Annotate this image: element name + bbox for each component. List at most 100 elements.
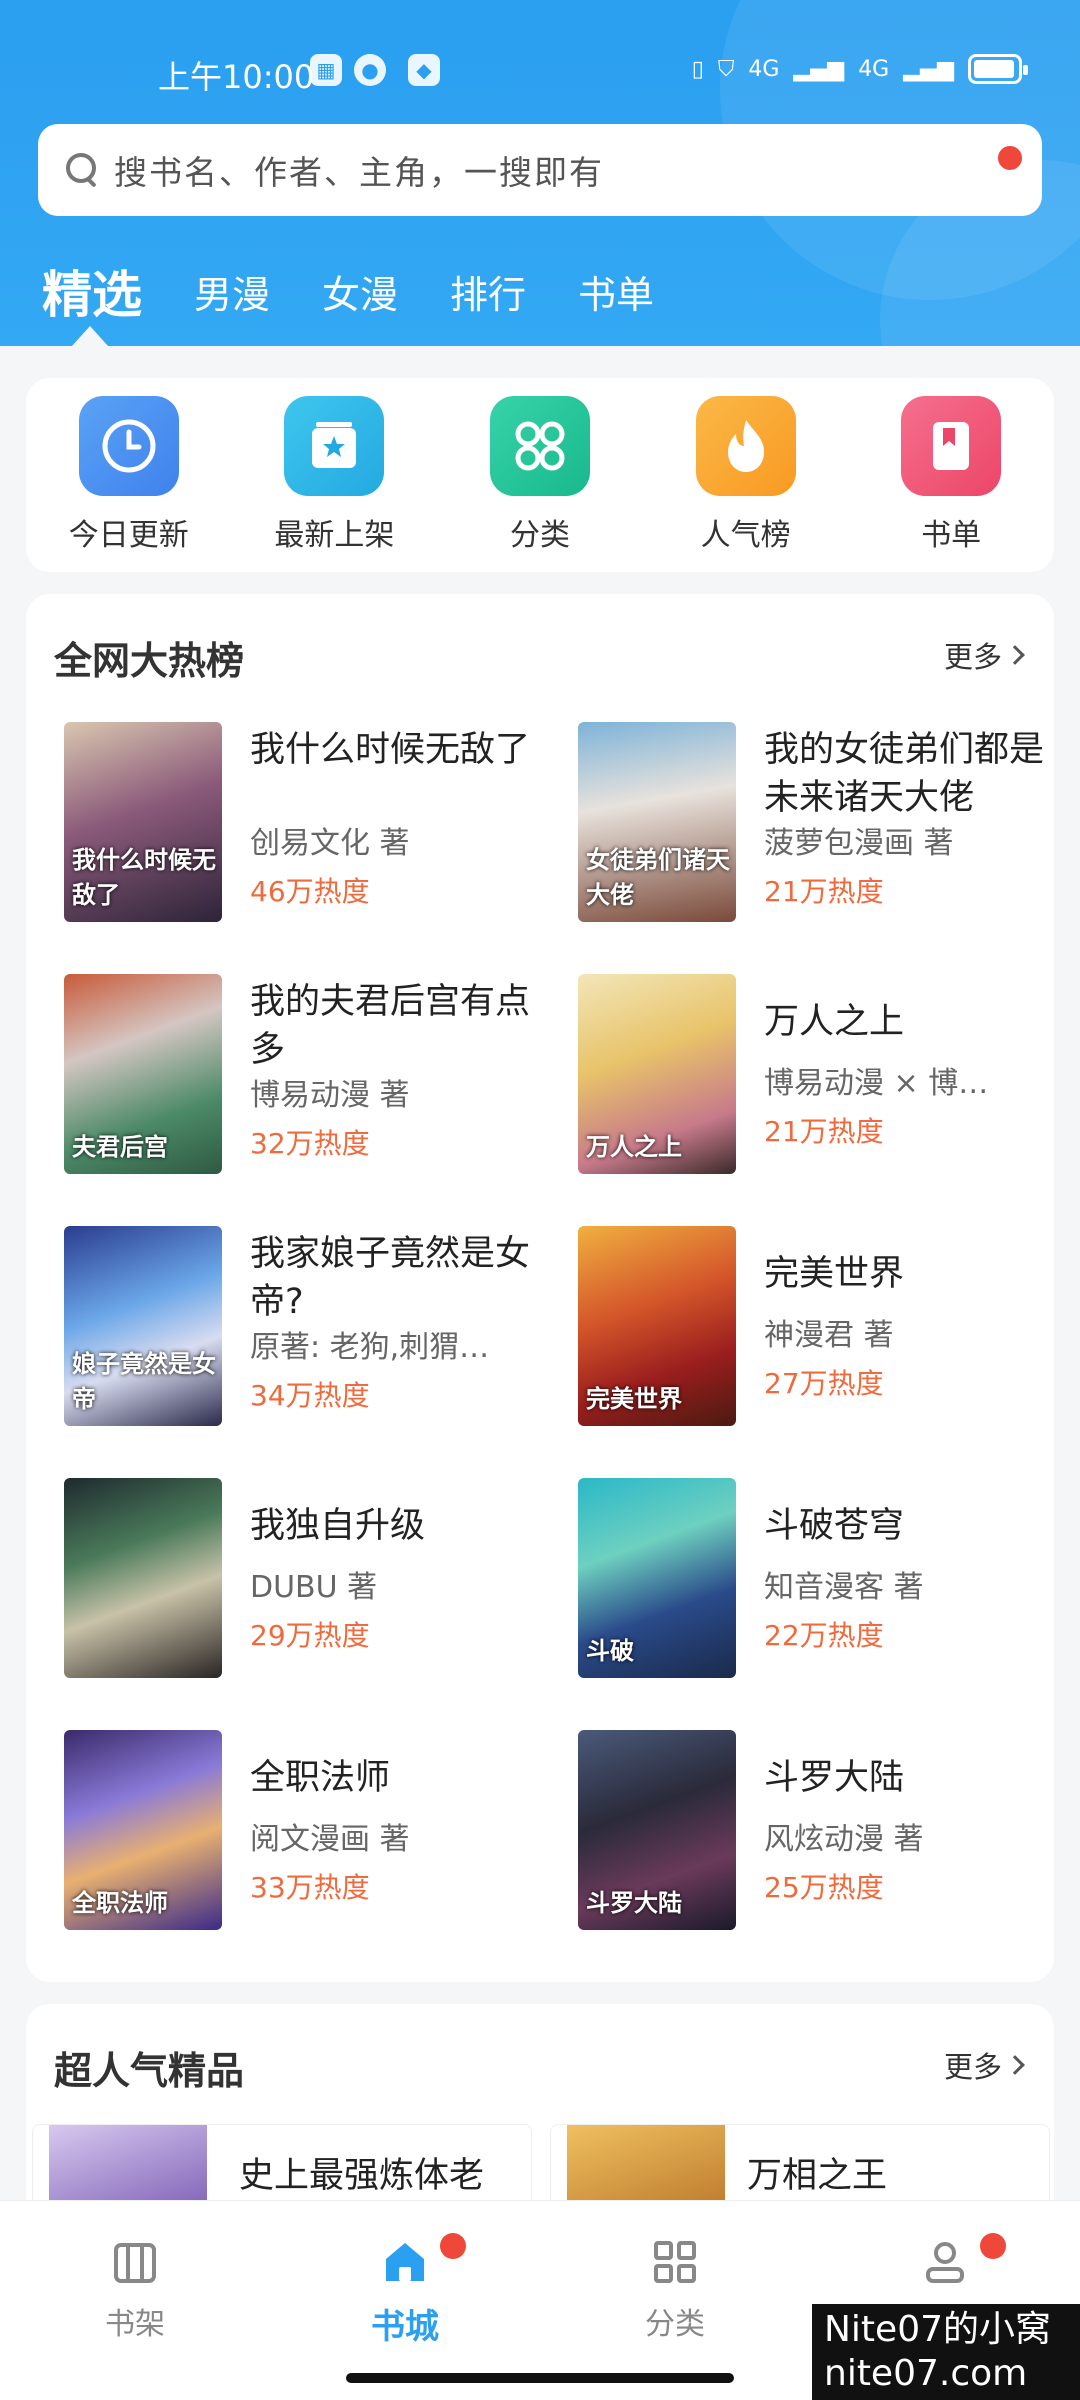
book-heat: 22万热度 [764,1619,884,1652]
book-heat: 27万热度 [764,1367,884,1400]
network-label-2: 4G [858,56,890,82]
home-indicator[interactable] [346,2373,734,2383]
hot-rank-section: 全网大热榜 更多 我什么时候无敌了 我什么时候无敌了 创易文化 著 46万热度 … [26,594,1054,1982]
notification-dot [440,2233,466,2259]
quick-nav: 今日更新 最新上架 分类 人气榜 书单 [26,378,1054,572]
signal-icon-2: ▂▄▆ [903,56,954,82]
status-time: 上午10:00 [158,58,315,96]
book-title: 我独自升级 [250,1506,426,1546]
book-cover: 斗罗大陆 [578,1730,736,1930]
book-author: 风炫动漫 著 [764,1822,924,1857]
book-heat: 33万热度 [250,1871,370,1904]
section-title: 全网大热榜 [54,639,245,683]
quick-nav-new-arrivals[interactable]: 最新上架 [232,378,438,572]
cover-text: 我什么时候无敌了 [72,846,216,909]
search-input[interactable]: 搜书名、作者、主角，一搜即有 [38,124,1042,216]
section-title: 超人气精品 [54,2049,245,2093]
book-author: 原著: 老狗,刺猬… [250,1330,490,1365]
tab-ranking[interactable]: 排行 [450,260,526,330]
browser-notification-icon: ● [354,54,386,86]
book-item[interactable]: 夫君后宫 我的夫君后宫有点多 博易动漫 著 32万热度 [64,974,544,1174]
book-cover: 完美世界 [578,1226,736,1426]
quick-nav-category[interactable]: 分类 [437,378,643,572]
quick-nav-label: 书单 [921,518,982,553]
book-heat: 29万热度 [250,1619,370,1652]
more-label: 更多 [943,640,1002,674]
book-title: 我的夫君后宫有点多 [250,982,531,1070]
quick-nav-label: 人气榜 [700,518,791,553]
cover-text: 完美世界 [586,1385,682,1413]
notification-dot [998,146,1022,170]
nav-bookshelf[interactable]: 书架 [0,2201,270,2400]
chevron-right-icon [1005,645,1025,665]
book-item[interactable]: 娘子竟然是女帝 我家娘子竟然是女帝? 原著: 老狗,刺猬… 34万热度 [64,1226,544,1426]
quick-nav-popularity[interactable]: 人气榜 [643,378,849,572]
nav-label: 书城 [371,2307,439,2347]
tab-booklist[interactable]: 书单 [578,260,654,330]
book-cover: 娘子竟然是女帝 [64,1226,222,1426]
watermark: Nite07的小窝 nite07.com [812,2304,1080,2400]
book-item[interactable]: 斗破 斗破苍穹 知音漫客 著 22万热度 [578,1478,1058,1678]
book-author: DUBU 著 [250,1570,378,1605]
cover-text: 斗罗大陆 [586,1889,682,1917]
user-icon [926,2242,964,2283]
search-placeholder: 搜书名、作者、主角，一搜即有 [114,153,604,192]
cover-text: 万人之上 [586,1133,682,1161]
quick-nav-booklist[interactable]: 书单 [848,378,1054,572]
cover-text: 斗破 [586,1637,634,1665]
book-heat: 32万热度 [250,1127,370,1160]
book-cover: 全职法师 [64,1730,222,1930]
tab-featured[interactable]: 精选 [42,260,142,330]
book-item[interactable]: 斗罗大陆 斗罗大陆 风炫动漫 著 25万热度 [578,1730,1058,1930]
book-item[interactable]: 完美世界 完美世界 神漫君 著 27万热度 [578,1226,1058,1426]
book-cover [64,1478,222,1678]
book-title: 斗破苍穹 [764,1506,905,1546]
book-cover: 万人之上 [578,974,736,1174]
book-author: 创易文化 著 [250,826,410,861]
book-item[interactable]: 万人之上 万人之上 博易动漫 × 博… 21万热度 [578,974,1058,1174]
book-item[interactable]: 我独自升级 DUBU 著 29万热度 [64,1478,544,1678]
book-item[interactable]: 全职法师 全职法师 阅文漫画 著 33万热度 [64,1730,544,1930]
book-author: 博易动漫 × 博… [764,1066,989,1101]
book-title: 万人之上 [764,1002,905,1042]
nav-category[interactable]: 分类 [540,2201,810,2400]
book-heat: 46万热度 [250,875,370,908]
nav-label: 分类 [645,2307,705,2342]
vpn-shield-icon: ⛉ [717,56,735,82]
search-icon [66,153,100,187]
book-heat: 34万热度 [250,1379,370,1412]
notification-dot [980,2233,1006,2259]
book-cover: 斗破 [578,1478,736,1678]
cover-text: 娘子竟然是女帝 [72,1350,216,1413]
quick-nav-today-update[interactable]: 今日更新 [26,378,232,572]
network-label: 4G [748,56,780,82]
status-bar: 上午10:00 ▦ ● ◆ ▯ ⛉ 4G ▂▄▆ 4G ▂▄▆ [0,50,1080,98]
vibrate-icon: ▯ [691,56,704,82]
book-author: 神漫君 著 [764,1318,894,1353]
flame-icon [695,396,796,496]
cat-notification-icon: ◆ [408,54,440,86]
book-heat: 25万热度 [764,1871,884,1904]
book-item[interactable]: 我什么时候无敌了 我什么时候无敌了 创易文化 著 46万热度 [64,722,544,922]
more-button[interactable]: 更多 [943,634,1025,676]
more-label: 更多 [943,2050,1002,2084]
more-button[interactable]: 更多 [943,2044,1025,2086]
book-title: 我家娘子竟然是女帝? [250,1234,531,1322]
book-cover: 女徒弟们诸天大佬 [578,722,736,922]
nav-label: 书架 [105,2307,165,2342]
book-item[interactable]: 女徒弟们诸天大佬 我的女徒弟们都是未来诸天大佬 菠萝包漫画 著 21万热度 [578,722,1058,922]
chevron-right-icon [1005,2055,1025,2075]
book-heat: 21万热度 [764,1115,884,1148]
active-tab-indicator [72,326,108,346]
watermark-line: nite07.com [824,2353,1028,2394]
book-title: 我的女徒弟们都是未来诸天大佬 [764,730,1045,818]
book-author: 菠萝包漫画 著 [764,826,954,861]
battery-icon [968,54,1028,84]
quick-nav-label: 最新上架 [274,518,395,553]
tab-female-comics[interactable]: 女漫 [322,260,398,330]
cover-text: 夫君后宫 [72,1133,168,1161]
book-title: 万相之王 [747,2156,888,2196]
watermark-line: Nite07的小窝 [824,2309,1052,2350]
nav-bookstore[interactable]: 书城 [270,2201,540,2400]
tab-male-comics[interactable]: 男漫 [194,260,270,330]
